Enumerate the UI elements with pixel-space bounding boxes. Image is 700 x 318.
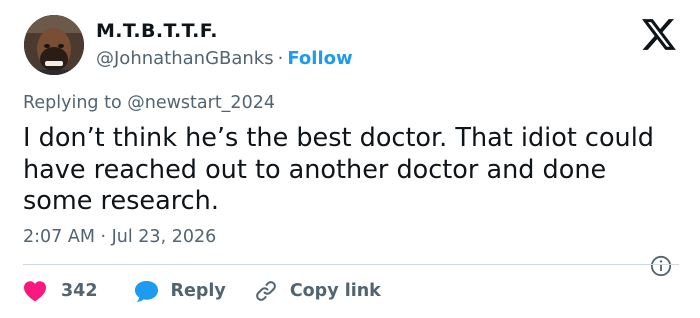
avatar-image — [24, 15, 84, 75]
info-icon[interactable] — [650, 255, 672, 277]
divider — [23, 264, 679, 265]
link-icon — [255, 281, 276, 301]
action-bar: 342 Reply Copy link — [23, 278, 381, 304]
tweet-text: I don’t think he’s the best doctor. That… — [23, 123, 654, 216]
follow-button[interactable]: Follow — [287, 48, 352, 69]
reply-label: Reply — [170, 281, 226, 301]
author-display-name[interactable]: M.T.B.T.T.F. — [96, 20, 218, 42]
separator-dot: · — [277, 48, 284, 69]
replying-to: Replying to @newstart_2024 — [23, 93, 275, 113]
copy-link-label: Copy link — [289, 281, 381, 301]
like-button[interactable]: 342 — [23, 280, 98, 302]
tweet-timestamp[interactable]: 2:07 AM · Jul 23, 2026 — [23, 227, 216, 247]
copy-link-button[interactable]: Copy link — [254, 279, 381, 303]
tweet-card: M.T.B.T.T.F. @JohnathanGBanks · Follow Rep… — [0, 0, 700, 318]
reply-button[interactable]: Reply — [134, 280, 226, 303]
replying-to-prefix: Replying to — [23, 93, 122, 113]
x-logo-icon[interactable] — [642, 19, 676, 50]
heart-icon — [24, 281, 46, 302]
like-count: 342 — [61, 281, 98, 301]
author-handle-row: @JohnathanGBanks · Follow — [96, 48, 353, 69]
speech-bubble-icon — [134, 280, 158, 302]
avatar[interactable] — [24, 15, 84, 75]
author-handle[interactable]: @JohnathanGBanks — [96, 48, 274, 69]
replying-to-mention[interactable]: @newstart_2024 — [127, 93, 275, 113]
